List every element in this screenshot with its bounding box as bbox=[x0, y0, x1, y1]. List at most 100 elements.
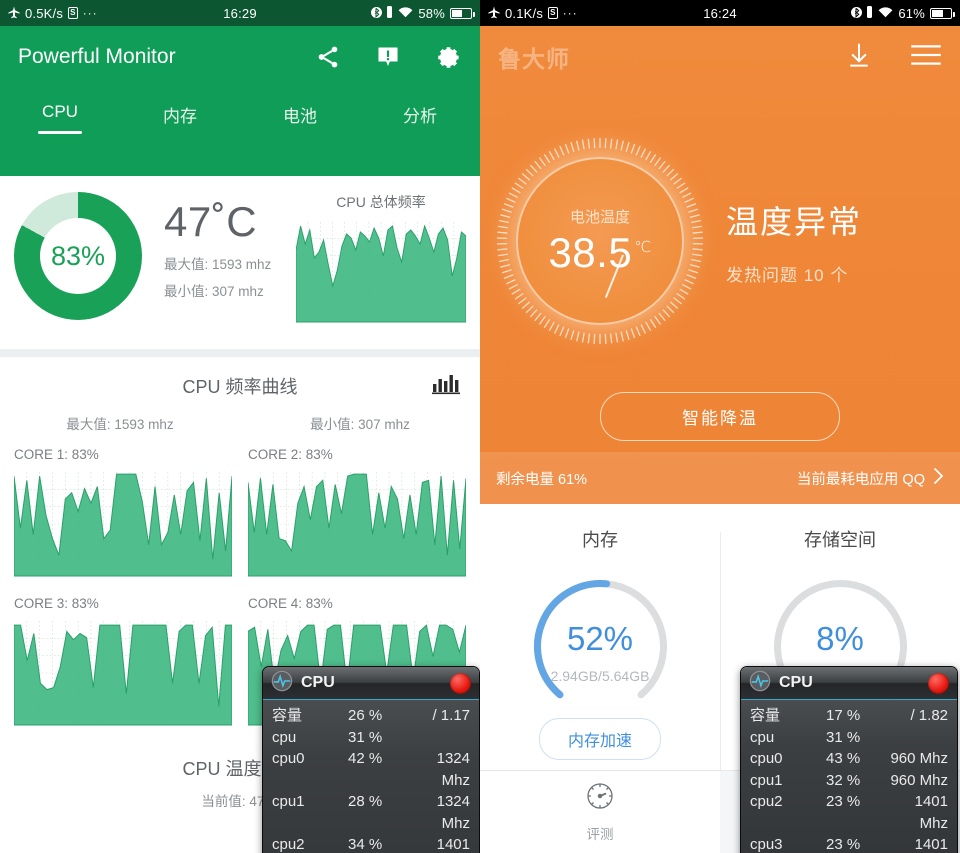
battery-info-strip[interactable]: 剩余电量 61% 当前最耗电应用 QQ bbox=[480, 452, 960, 504]
cpu-overlay-widget-right[interactable]: CPU 容量 17 %/ 1.82 cpu 31 % cpu0 43 % 960 Mhz cp… bbox=[740, 666, 958, 853]
cpu-widget-header: CPU bbox=[263, 667, 479, 700]
gauge-outer-ring: 电池温度 38.5 ℃ bbox=[494, 135, 706, 347]
network-speed-text: 0.1K/s bbox=[505, 5, 544, 21]
cpu-overlay-widget-left[interactable]: CPU 容量 26 %/ 1.17 cpu 31 % cpu0 42 % 1324 Mhz c… bbox=[262, 666, 480, 853]
nav-label-benchmark: 评测 bbox=[586, 827, 614, 842]
donut-hole: 83% bbox=[40, 218, 116, 294]
freq-card-title: CPU 频率曲线 bbox=[182, 377, 298, 397]
right-status-bar: 0.1K/s S ··· 16:24 61% bbox=[480, 0, 960, 26]
cpu-row-name: cpu2 bbox=[750, 793, 783, 810]
s-box-icon: S bbox=[548, 7, 558, 19]
tab-cpu[interactable]: CPU bbox=[0, 102, 120, 134]
heat-issue-count: 发热问题 10 个 bbox=[726, 265, 849, 285]
smart-cooling-button[interactable]: 智能降温 bbox=[600, 392, 840, 441]
pm-app-title: Powerful Monitor bbox=[18, 45, 176, 68]
cpu-row-percent: 32 % bbox=[826, 771, 861, 789]
cpu-row-extra: 1401 Mhz bbox=[914, 793, 948, 832]
cpu-usage-donut: 83% bbox=[14, 192, 142, 320]
status-left-group: 0.1K/s S ··· bbox=[488, 6, 578, 21]
cpu-row-percent: 31 % bbox=[348, 728, 383, 746]
core-1-chart bbox=[14, 472, 232, 577]
cpu-row-name: cpu2 bbox=[272, 836, 305, 853]
download-icon[interactable] bbox=[844, 40, 874, 75]
tab-analysis[interactable]: 分析 bbox=[360, 102, 480, 139]
cpu-overall-freq-title: CPU 总体频率 bbox=[336, 194, 426, 210]
cpu-row-percent: 34 % bbox=[348, 836, 383, 853]
ludashi-logo: 鲁大师 bbox=[498, 46, 570, 72]
memory-title: 内存 bbox=[582, 530, 618, 550]
cpu-widget-row: cpu2 23 % 1401 Mhz bbox=[750, 791, 948, 834]
cpu-row-percent: 23 % bbox=[826, 793, 861, 810]
ludashi-hero-section: 鲁大师 电池温度 38.5 ℃ 温度异常 发热问题 10 个 智能降温 剩余电量… bbox=[480, 26, 960, 504]
cpu-row-extra: 1401 Mhz bbox=[914, 836, 948, 853]
nav-item-benchmark[interactable]: 评测 bbox=[480, 771, 720, 853]
storage-title: 存储空间 bbox=[804, 530, 876, 550]
cpu-widget-row: cpu2 34 % 1401 Mhz bbox=[272, 834, 470, 853]
cpu-row-name: cpu bbox=[750, 728, 775, 746]
gauge-unit: ℃ bbox=[634, 238, 652, 256]
cpu-row-percent: 26 % bbox=[348, 707, 383, 724]
battery-icon bbox=[930, 7, 955, 19]
cpu-row-percent: 23 % bbox=[826, 836, 861, 853]
cpu-widget-row: cpu0 43 % 960 Mhz bbox=[750, 748, 948, 770]
memory-arc-center: 52% 2.94GB/5.64GB bbox=[518, 620, 683, 684]
bar-chart-icon[interactable] bbox=[432, 371, 460, 400]
cpu-row-name: cpu0 bbox=[272, 750, 305, 767]
cpu-widget-close-icon[interactable] bbox=[450, 672, 471, 694]
cpu-widget-row: cpu 31 % bbox=[272, 727, 470, 749]
temperature-status-block: 温度异常 发热问题 10 个 bbox=[720, 197, 960, 286]
cool-button-wrap: 智能降温 bbox=[480, 392, 960, 441]
feedback-icon[interactable] bbox=[375, 44, 401, 70]
cpu-widget-row: cpu0 42 % 1324 Mhz bbox=[272, 748, 470, 791]
cpu-row-name: 容量 bbox=[272, 707, 303, 724]
signal-icon bbox=[387, 6, 393, 20]
menu-icon[interactable] bbox=[910, 42, 942, 73]
cpu-overall-freq-chart bbox=[295, 222, 467, 323]
cpu-row-extra bbox=[886, 727, 948, 749]
top-power-app-text: 当前最耗电应用 QQ bbox=[796, 471, 925, 488]
cpu-row-percent: 17 % bbox=[826, 707, 861, 724]
tab-battery[interactable]: 电池 bbox=[240, 102, 360, 139]
core-item: CORE 3: 83% bbox=[14, 596, 240, 745]
pm-app-header: Powerful Monitor CPU 内存 电池 分析 bbox=[0, 26, 480, 176]
cpu-widget-row: cpu1 28 % 1324 Mhz bbox=[272, 791, 470, 834]
top-power-app-group[interactable]: 当前最耗电应用 QQ bbox=[797, 467, 944, 489]
cpu-row-percent: 28 % bbox=[348, 793, 383, 810]
pm-title-bar: Powerful Monitor bbox=[0, 26, 480, 88]
cpu-widget-title: CPU bbox=[779, 674, 813, 691]
cpu-widget-rows-right: 容量 17 % / 1.82 cpu 31 % cpu0 43 % 960 Mhz cpu1 32… bbox=[741, 700, 957, 853]
memory-accelerate-button[interactable]: 内存加速 bbox=[538, 718, 661, 760]
status-left-group: 0.5K/s S ··· bbox=[8, 6, 98, 21]
cpu-row-extra bbox=[408, 727, 470, 749]
more-dots-icon: ··· bbox=[82, 6, 98, 20]
gauge-value-number: 38.5 bbox=[548, 228, 633, 276]
gauge-label: 电池温度 bbox=[569, 208, 630, 226]
cpu-temperature: 47˚C bbox=[164, 198, 258, 245]
dual-screenshot-composite: 0.5K/s S ··· 16:29 58% Powerful Monitor … bbox=[0, 0, 960, 853]
cpu-overall-freq-chart-block: CPU 总体频率 bbox=[292, 192, 467, 331]
signal-icon bbox=[867, 6, 873, 20]
settings-gear-icon[interactable] bbox=[435, 44, 462, 71]
cpu-row-name: cpu3 bbox=[750, 836, 783, 853]
ludashi-header-actions bbox=[844, 40, 942, 75]
cpu-widget-rows-left: 容量 26 % / 1.17 cpu 31 % cpu0 42 % 1324 Mhz cpu1 2… bbox=[263, 700, 479, 853]
airplane-icon bbox=[488, 6, 500, 21]
cpu-widget-close-icon[interactable] bbox=[928, 672, 949, 694]
tab-memory[interactable]: 内存 bbox=[120, 102, 240, 139]
battery-percent-text: 61% bbox=[898, 5, 925, 21]
bluetooth-icon bbox=[371, 6, 383, 21]
freq-minmax-row: 最大值: 1593 mhz 最小值: 307 mhz bbox=[0, 403, 480, 447]
cpu-summary-text: 47˚C 最大值: 1593 mhz 最小值: 307 mhz bbox=[142, 192, 292, 300]
cpu-widget-row: cpu 31 % bbox=[750, 727, 948, 749]
battery-icon bbox=[450, 7, 475, 19]
chevron-right-icon bbox=[933, 467, 944, 489]
status-right-group: 61% bbox=[851, 5, 955, 21]
network-speed-text: 0.5K/s bbox=[25, 5, 64, 21]
freq-max-label: 最大值: 1593 mhz bbox=[66, 417, 174, 432]
temperature-headline: 温度异常 bbox=[726, 203, 863, 240]
share-icon[interactable] bbox=[315, 44, 341, 70]
left-screen-powerful-monitor: 0.5K/s S ··· 16:29 58% Powerful Monitor … bbox=[0, 0, 480, 853]
cpu-pulse-icon bbox=[271, 670, 293, 697]
cpu-row-extra: 1324 Mhz bbox=[436, 793, 470, 832]
core-4-label: CORE 4: 83% bbox=[248, 596, 333, 611]
